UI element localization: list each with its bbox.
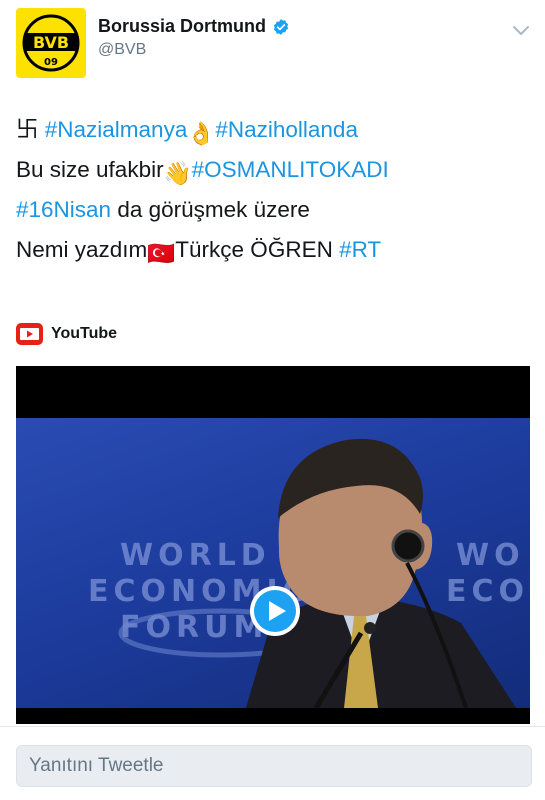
video-thumbnail[interactable]: WORLD ECONOMIC FORUM WO ECON — [16, 418, 530, 708]
hashtag-link[interactable]: #Nazialmanya — [45, 117, 188, 142]
svg-text:BVB: BVB — [33, 33, 69, 52]
tweet-text-segment: Bu size ufakbir — [16, 157, 164, 182]
emoji: 👋 — [163, 161, 192, 186]
svg-text:09: 09 — [44, 57, 58, 68]
youtube-attribution[interactable]: YouTube — [16, 320, 117, 348]
hashtag-link[interactable]: #OSMANLITOKADI — [192, 157, 389, 182]
tweet-line: Nemi yazdım🇹🇷Türkçe ÖĞREN #RT — [16, 230, 536, 270]
youtube-logo-icon — [16, 323, 43, 345]
tweet-text-segment: 卐 — [16, 117, 45, 142]
tweet-text: 卐 #Nazialmanya👌#Nazihollanda Bu size ufak… — [16, 110, 536, 270]
bvb-logo-icon: BVB 09 — [22, 14, 80, 72]
video-player[interactable]: WORLD ECONOMIC FORUM WO ECON — [16, 366, 530, 724]
emoji: 👌 — [187, 121, 216, 146]
tweet-line: #16Nisan da görüşmek üzere — [16, 190, 536, 230]
tweet-text-segment: Türkçe ÖĞREN — [175, 237, 340, 262]
reply-input[interactable]: Yanıtını Tweetle — [16, 745, 532, 787]
avatar[interactable]: BVB 09 — [16, 8, 86, 78]
chevron-down-icon[interactable] — [511, 24, 531, 38]
verified-badge-icon — [273, 18, 289, 35]
tweet-text-segment: da görüşmek üzere — [111, 197, 310, 222]
speaker-figure — [118, 438, 516, 708]
user-handle[interactable]: @BVB — [98, 41, 290, 59]
hashtag-link[interactable]: #16Nisan — [16, 197, 111, 222]
tweet-line: 卐 #Nazialmanya👌#Nazihollanda — [16, 110, 536, 150]
reply-bar: Yanıtını Tweetle — [0, 726, 545, 800]
display-name[interactable]: Borussia Dortmund — [98, 16, 266, 37]
hashtag-link[interactable]: #RT — [339, 237, 381, 262]
tweet-line: Bu size ufakbir👋#OSMANLITOKADI — [16, 150, 536, 190]
play-icon[interactable] — [248, 584, 302, 638]
user-info[interactable]: Borussia Dortmund @BVB — [98, 16, 290, 59]
tweet-text-segment: Nemi yazdım — [16, 237, 148, 262]
hashtag-link[interactable]: #Nazihollanda — [215, 117, 358, 142]
youtube-label: YouTube — [51, 325, 118, 342]
tweet-header: BVB 09 Borussia Dortmund @BVB — [0, 0, 545, 90]
emoji: 🇹🇷 — [147, 241, 176, 266]
